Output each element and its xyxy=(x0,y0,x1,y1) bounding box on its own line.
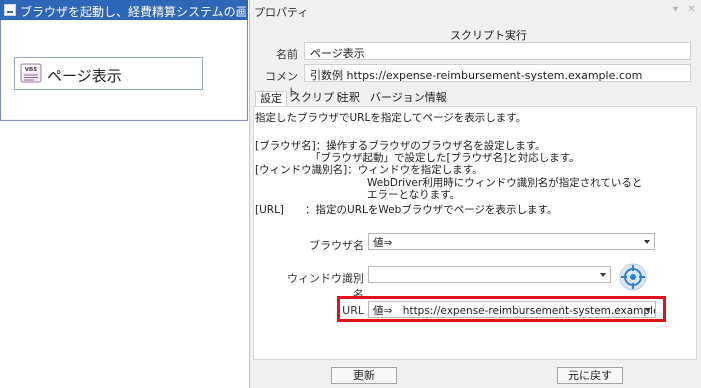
step-page-display[interactable]: VBS ページ表示 xyxy=(14,57,203,90)
tab-settings[interactable]: 設定 xyxy=(255,91,287,106)
browser-name-label: ブラウザ名 xyxy=(309,239,364,252)
step-label: ページ表示 xyxy=(47,67,122,85)
comment-field[interactable]: 引数例 https://expense-reimbursement-system… xyxy=(304,64,691,82)
workflow-title: ブラウザを起動し、経費精算システムの画面を開く xyxy=(20,5,246,19)
section-title: スクリプト実行 xyxy=(450,29,527,42)
revert-button[interactable]: 元に戻す xyxy=(557,367,623,384)
name-label: 名前 xyxy=(276,48,298,61)
url-label: URL xyxy=(342,304,364,317)
step-icon-text: VBS xyxy=(25,67,37,73)
description-line: [URL] ：指定のURLをWebブラウザでページを表示します。 xyxy=(255,204,558,216)
chevron-down-icon xyxy=(645,308,651,312)
name-field[interactable]: ページ表示 xyxy=(304,42,691,60)
tab-version-info[interactable]: バージョン情報 xyxy=(366,91,451,105)
tab-notes[interactable]: 注釈 xyxy=(334,91,364,105)
chevron-down-icon xyxy=(644,240,650,244)
window-picker-crosshair-icon[interactable] xyxy=(618,262,648,292)
url-value: 値⇒ https://expense-reimbursement-system.… xyxy=(373,305,656,317)
script-file-icon: VBS xyxy=(20,63,42,83)
browser-name-value: 値⇒ xyxy=(373,237,393,249)
description-line: 指定したブラウザでURLを指定してページを表示します。 xyxy=(255,112,527,124)
update-button[interactable]: 更新 xyxy=(331,367,397,384)
workflow-title-bar: ブラウザを起動し、経費精算システムの画面を開く xyxy=(0,0,248,20)
properties-title: プロパティ xyxy=(254,6,309,19)
window-id-select[interactable] xyxy=(368,266,611,283)
chevron-down-icon xyxy=(600,273,606,277)
description-line: エラーとなります。 xyxy=(367,189,461,201)
panel-window-controls[interactable]: ▾ ✕ xyxy=(673,4,699,15)
minimize-icon[interactable] xyxy=(4,4,16,16)
browser-name-select[interactable]: 値⇒ xyxy=(368,233,655,250)
url-select[interactable]: 値⇒ https://expense-reimbursement-system.… xyxy=(368,301,656,318)
